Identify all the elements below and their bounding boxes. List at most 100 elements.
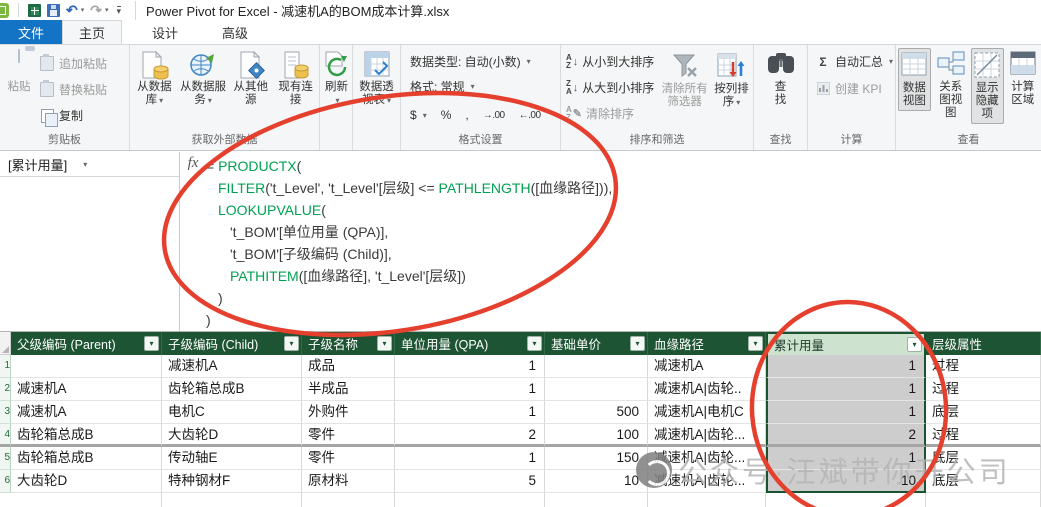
from-data-service-button[interactable]: 从数据服务▾: [179, 48, 228, 109]
empty-cell[interactable]: [162, 493, 302, 507]
cell-name[interactable]: 原材料: [302, 470, 395, 493]
cell-child[interactable]: 传动轴E: [162, 447, 302, 470]
cell-qpa[interactable]: 1: [395, 447, 545, 470]
redo-dropdown-icon[interactable]: ▾: [105, 6, 109, 14]
empty-cell[interactable]: [766, 493, 926, 507]
undo-icon[interactable]: ↶: [66, 3, 78, 17]
row-header[interactable]: 5: [0, 447, 11, 470]
data-view-button[interactable]: 数据视图: [898, 48, 931, 111]
cell-qpa[interactable]: 5: [395, 470, 545, 493]
tab-design[interactable]: 设计: [136, 20, 194, 44]
cell-parent[interactable]: [11, 355, 162, 378]
filter-dropdown-icon[interactable]: ▾: [144, 336, 159, 351]
column-header-cum[interactable]: 累计用量▾: [766, 332, 926, 355]
cell-path[interactable]: 减速机A|齿轮..: [648, 378, 766, 401]
cell-name[interactable]: 零件: [302, 447, 395, 470]
cell-parent[interactable]: 减速机A: [11, 401, 162, 424]
empty-cell[interactable]: [648, 493, 766, 507]
paste-append-button[interactable]: 追加粘贴: [36, 54, 110, 73]
cell-price[interactable]: 10: [545, 470, 648, 493]
cell-level[interactable]: 过程: [926, 424, 1041, 447]
column-header-child[interactable]: 子级编码 (Child)▾: [162, 332, 302, 355]
data-type-button[interactable]: 数据类型: 自动(小数)▾: [407, 52, 534, 71]
cell-level[interactable]: 过程: [926, 378, 1041, 401]
cell-child[interactable]: 特种钢材F: [162, 470, 302, 493]
format-button[interactable]: 格式: 常规▾: [407, 77, 478, 96]
cell-cum[interactable]: 2: [766, 424, 926, 447]
calculation-area-button[interactable]: 计算区域: [1007, 48, 1039, 109]
create-kpi-button[interactable]: 创建 KPI: [812, 79, 885, 98]
increase-decimal-button[interactable]: →.00: [480, 109, 508, 122]
cell-qpa[interactable]: 1: [395, 355, 545, 378]
excel-icon[interactable]: [28, 4, 41, 17]
formula-text[interactable]: = PRODUCTX(FILTER('t_Level', 't_Level'[层…: [206, 152, 612, 331]
column-header-qpa[interactable]: 单位用量 (QPA)▾: [395, 332, 545, 355]
empty-cell[interactable]: [11, 493, 162, 507]
paste-replace-button[interactable]: 替换粘贴: [36, 80, 110, 99]
column-header-path[interactable]: 血缘路径▾: [648, 332, 766, 355]
empty-cell[interactable]: [926, 493, 1041, 507]
filter-dropdown-icon[interactable]: ▾: [377, 336, 392, 351]
tab-file[interactable]: 文件: [0, 20, 62, 44]
empty-cell[interactable]: [395, 493, 545, 507]
cell-path[interactable]: 减速机A: [648, 355, 766, 378]
cell-price[interactable]: 150: [545, 447, 648, 470]
cell-parent[interactable]: 齿轮箱总成B: [11, 447, 162, 470]
cell-qpa[interactable]: 2: [395, 424, 545, 447]
column-header-level[interactable]: 层级属性: [926, 332, 1041, 355]
sort-descending-button[interactable]: ZA↓ 从大到小排序: [563, 78, 657, 97]
filter-dropdown-icon[interactable]: ▾: [907, 337, 922, 352]
filter-dropdown-icon[interactable]: ▾: [284, 336, 299, 351]
row-header[interactable]: 1: [0, 355, 11, 378]
cell-price[interactable]: [545, 378, 648, 401]
row-header[interactable]: 6: [0, 470, 11, 493]
cell-cum[interactable]: 1: [766, 355, 926, 378]
sort-by-column-button[interactable]: 按列排序▾: [712, 50, 751, 111]
cell-parent[interactable]: 齿轮箱总成B: [11, 424, 162, 447]
find-button[interactable]: 查找: [763, 48, 799, 109]
cell-level[interactable]: 过程: [926, 355, 1041, 378]
cell-cum[interactable]: 1: [766, 378, 926, 401]
cell-child[interactable]: 齿轮箱总成B: [162, 378, 302, 401]
sort-ascending-button[interactable]: AZ↓ 从小到大排序: [563, 52, 657, 71]
pivottable-button[interactable]: 数据透视表▾: [355, 48, 398, 109]
cell-qpa[interactable]: 1: [395, 378, 545, 401]
redo-icon[interactable]: ↷: [90, 3, 102, 17]
empty-cell[interactable]: [545, 493, 648, 507]
cell-name[interactable]: 半成品: [302, 378, 395, 401]
currency-button[interactable]: $▾: [407, 107, 430, 123]
cell-parent[interactable]: 减速机A: [11, 378, 162, 401]
clear-all-filters-button[interactable]: 清除所有筛选器: [660, 50, 709, 111]
copy-button[interactable]: 复制: [36, 106, 110, 125]
cell-child[interactable]: 减速机A: [162, 355, 302, 378]
cell-price[interactable]: 500: [545, 401, 648, 424]
filter-dropdown-icon[interactable]: ▾: [630, 336, 645, 351]
row-header[interactable]: 3: [0, 401, 11, 424]
cell-parent[interactable]: 大齿轮D: [11, 470, 162, 493]
clear-sort-button[interactable]: AZ✎ 清除排序: [563, 104, 657, 123]
filter-dropdown-icon[interactable]: ▾: [748, 336, 763, 351]
autosum-button[interactable]: Σ 自动汇总▾: [812, 52, 896, 71]
save-icon[interactable]: [47, 4, 60, 17]
cell-qpa[interactable]: 1: [395, 401, 545, 424]
cell-price[interactable]: 100: [545, 424, 648, 447]
row-header[interactable]: 2: [0, 378, 11, 401]
select-all-corner[interactable]: [0, 332, 11, 355]
cell-level[interactable]: 底层: [926, 401, 1041, 424]
cell-name[interactable]: 外购件: [302, 401, 395, 424]
name-box[interactable]: [累计用量] ▾: [0, 152, 179, 177]
empty-cell[interactable]: [302, 493, 395, 507]
diagram-view-button[interactable]: 关系图视图: [934, 48, 968, 122]
paste-button[interactable]: 粘贴: [2, 48, 36, 96]
refresh-button[interactable]: 刷新▾: [322, 48, 351, 109]
column-header-parent[interactable]: 父级编码 (Parent)▾: [11, 332, 162, 355]
decrease-decimal-button[interactable]: ←.00: [516, 109, 544, 122]
tab-advanced[interactable]: 高级: [206, 20, 264, 44]
cell-cum[interactable]: 1: [766, 401, 926, 424]
cell-price[interactable]: [545, 355, 648, 378]
cell-name[interactable]: 零件: [302, 424, 395, 447]
cell-path[interactable]: 减速机A|齿轮...: [648, 424, 766, 447]
show-hidden-button[interactable]: 显示隐藏项: [971, 48, 1004, 124]
percent-button[interactable]: %: [438, 107, 455, 123]
from-other-sources-button[interactable]: 从其他源: [229, 48, 272, 109]
